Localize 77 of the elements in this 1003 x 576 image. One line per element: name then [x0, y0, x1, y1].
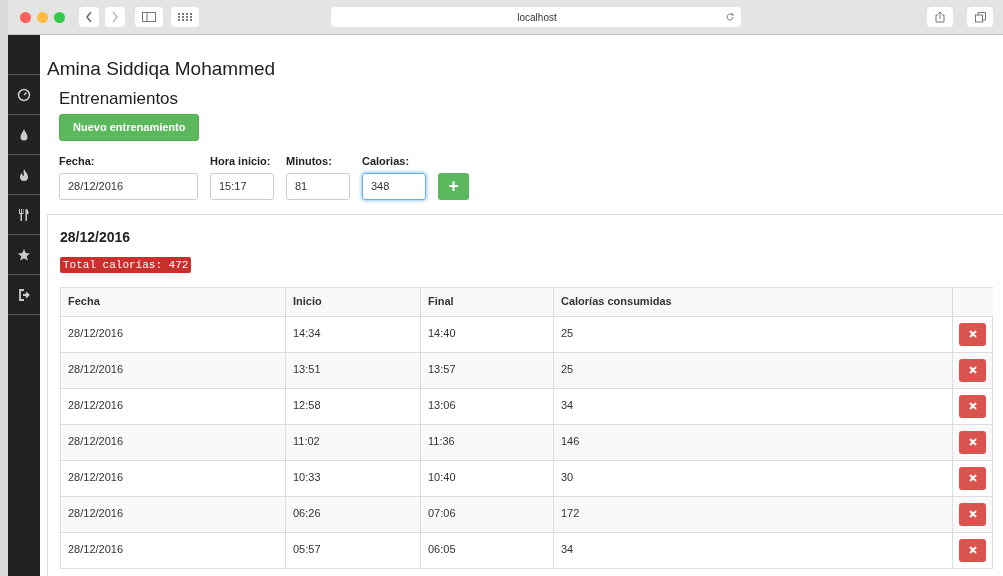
- section-title: Entrenamientos: [58, 87, 180, 110]
- close-icon: [968, 402, 977, 410]
- close-icon: [968, 438, 977, 446]
- close-icon: [968, 366, 977, 374]
- delete-button[interactable]: [959, 466, 986, 490]
- table-cell: 06:26: [285, 496, 421, 532]
- chevron-left-icon: [85, 11, 93, 23]
- table-cell: 25: [553, 316, 953, 352]
- table-cell: 146: [553, 424, 953, 460]
- table-cell: 10:40: [420, 460, 554, 496]
- table-cell: 12:58: [285, 388, 421, 424]
- user-name: Amina Siddiqa Mohammed: [46, 57, 277, 81]
- table-cell: 28/12/2016: [60, 496, 286, 532]
- address-text: localhost: [516, 10, 558, 25]
- close-icon: [968, 474, 977, 482]
- close-icon: [968, 510, 977, 518]
- grid-icon: [178, 13, 192, 21]
- table-cell: 30: [553, 460, 953, 496]
- back-button[interactable]: [79, 7, 99, 27]
- field-label: Calorias:: [362, 154, 411, 169]
- star-icon[interactable]: [17, 247, 31, 262]
- table-cell: 11:02: [285, 424, 421, 460]
- sidebar-icon: [142, 12, 156, 22]
- table-cell: 05:57: [285, 532, 421, 568]
- logout-icon[interactable]: [17, 287, 31, 302]
- table-cell: 11:36: [420, 424, 554, 460]
- table-cell: 13:06: [420, 388, 554, 424]
- total-calories-badge: Total calorías: 472: [60, 256, 192, 273]
- close-icon: [968, 330, 977, 338]
- table-cell: 34: [553, 532, 953, 568]
- table-cell: 28/12/2016: [60, 460, 286, 496]
- table-cell: 10:33: [285, 460, 421, 496]
- delete-button[interactable]: [959, 502, 986, 526]
- delete-button[interactable]: [959, 430, 986, 454]
- close-icon[interactable]: [20, 11, 31, 23]
- flame-icon[interactable]: [17, 167, 31, 182]
- delete-button[interactable]: [959, 358, 986, 382]
- table-cell: 28/12/2016: [60, 424, 286, 460]
- column-header: Calorías consumidas: [553, 287, 953, 316]
- table-cell: 13:51: [285, 352, 421, 388]
- table-cell: 28/12/2016: [60, 532, 286, 568]
- column-header: Inicio: [285, 287, 421, 316]
- cutlery-icon[interactable]: [17, 207, 31, 222]
- table-cell: 172: [553, 496, 953, 532]
- chevron-right-icon: [111, 11, 119, 23]
- table-cell: 13:57: [420, 352, 554, 388]
- reload-icon[interactable]: [725, 12, 735, 22]
- close-icon: [968, 546, 977, 554]
- table-cell: 34: [553, 388, 953, 424]
- table-cell: 14:34: [285, 316, 421, 352]
- share-icon: [935, 11, 945, 23]
- field-label: Minutos:: [286, 154, 333, 169]
- table-cell: 07:06: [420, 496, 554, 532]
- table-cell: 14:40: [420, 316, 554, 352]
- address-bar[interactable]: localhost: [331, 7, 741, 27]
- delete-button[interactable]: [959, 394, 986, 418]
- delete-button[interactable]: [959, 322, 986, 346]
- field-label: Hora inicio:: [210, 154, 272, 169]
- input-field[interactable]: 81: [286, 172, 350, 200]
- delete-button[interactable]: [959, 538, 986, 562]
- table-cell: 25: [553, 352, 953, 388]
- table-cell: 28/12/2016: [60, 316, 286, 352]
- column-header: Fecha: [60, 287, 286, 316]
- input-field[interactable]: 348: [362, 172, 426, 200]
- table-cell: 06:05: [420, 532, 554, 568]
- input-field[interactable]: 15:17: [210, 172, 274, 200]
- column-header: Final: [420, 287, 554, 316]
- table-cell: 28/12/2016: [60, 352, 286, 388]
- tabs-button[interactable]: [967, 7, 993, 27]
- sidebar-toggle-button[interactable]: [135, 7, 163, 27]
- day-date: 28/12/2016: [60, 227, 132, 247]
- tabs-icon: [974, 11, 986, 23]
- table-cell: 28/12/2016: [60, 388, 286, 424]
- gauge-icon[interactable]: [17, 87, 31, 102]
- input-field[interactable]: 28/12/2016: [59, 172, 198, 200]
- grid-button[interactable]: [171, 7, 199, 27]
- field-label: Fecha:: [59, 154, 96, 169]
